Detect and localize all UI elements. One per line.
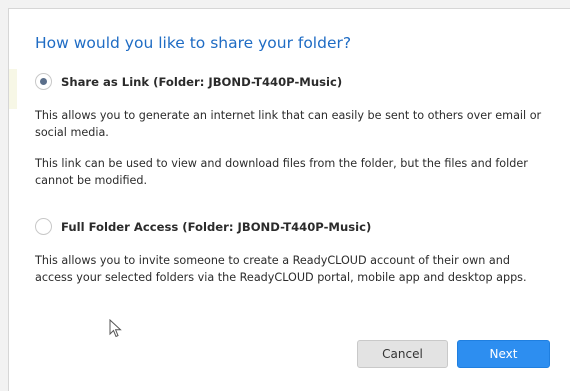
share-as-link-option[interactable]: Share as Link (Folder: JBOND-T440P-Music… — [35, 73, 342, 90]
full-folder-access-label: Full Folder Access (Folder: JBOND-T440P-… — [61, 219, 372, 234]
cancel-button[interactable]: Cancel — [357, 340, 448, 368]
full-folder-access-radio[interactable] — [35, 218, 52, 235]
next-button[interactable]: Next — [457, 340, 550, 368]
share-folder-dialog: How would you like to share your folder?… — [8, 8, 570, 391]
access-description: This allows you to invite someone to cre… — [35, 254, 527, 284]
link-description-1: This allows you to generate an internet … — [35, 109, 542, 139]
share-as-link-label: Share as Link (Folder: JBOND-T440P-Music… — [61, 74, 343, 89]
link-description-2: This link can be used to view and downlo… — [35, 157, 528, 187]
left-accent-strip — [9, 69, 17, 109]
mouse-cursor-icon — [109, 319, 122, 338]
share-as-link-radio[interactable] — [35, 73, 52, 90]
dialog-title: How would you like to share your folder? — [35, 34, 352, 52]
full-folder-access-option[interactable]: Full Folder Access (Folder: JBOND-T440P-… — [35, 218, 371, 235]
